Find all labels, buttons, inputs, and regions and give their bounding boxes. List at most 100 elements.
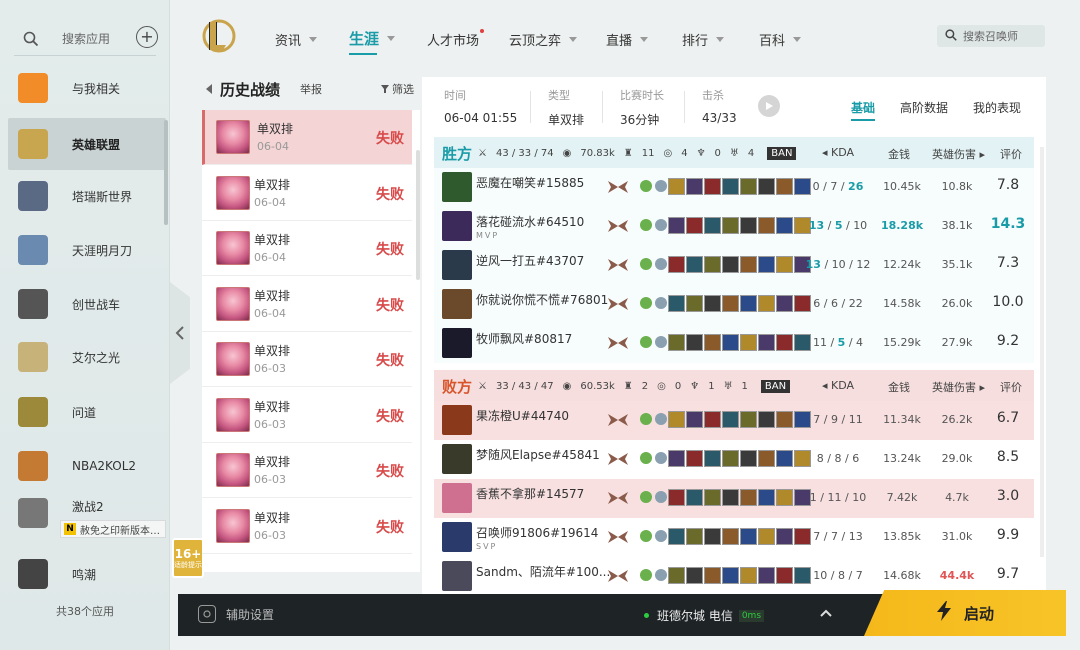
player-kda: 6 / 6 / 22	[813, 297, 863, 310]
player-name[interactable]: 落花碰流水#64510	[476, 213, 584, 230]
sidebar-item-2[interactable]: 塔瑞斯世界	[8, 170, 166, 222]
player-row[interactable]: 逆风一打五#43707 13 / 10 / 12 12.24k 35.1k 7.3	[434, 246, 1034, 285]
player-row[interactable]: 果冻橙U#44740 7 / 9 / 11 11.34k 26.2k 6.7	[434, 401, 1034, 440]
item-icon	[740, 295, 757, 312]
app-count: 共38个应用	[56, 605, 114, 618]
match-history-item[interactable]: 单双排 06-03 失败	[202, 499, 412, 554]
tower-icon: ♜	[623, 380, 633, 392]
rank-wings-icon	[608, 259, 628, 271]
player-row[interactable]: 落花碰流水#64510 MVP 13 / 5 / 10 18.28k 38.1k 14.3	[434, 207, 1034, 246]
col-score: 评价	[1000, 148, 1022, 161]
settings-icon	[198, 605, 216, 623]
player-name[interactable]: 你就说你慌不慌#76801	[476, 291, 608, 308]
nav-label: 百科	[759, 34, 786, 49]
update-notice[interactable]: N 赦免之印新版本…	[60, 520, 166, 538]
nav-item-0[interactable]: 资讯	[275, 30, 318, 49]
player-name[interactable]: 恶魔在嘲笑#15885	[476, 174, 584, 191]
match-history-item[interactable]: 单双排 06-04 失败	[202, 277, 412, 332]
match-kills-label: 击杀	[702, 89, 724, 102]
tab-basic[interactable]: 基础	[851, 99, 876, 121]
replay-icon[interactable]	[758, 95, 780, 117]
match-history-item[interactable]: 单双排 06-04 失败	[202, 221, 412, 276]
match-history-item[interactable]: 单双排 06-03 失败	[202, 388, 412, 443]
player-name[interactable]: 牧师飘风#80817	[476, 330, 572, 347]
player-name[interactable]: 逆风一打五#43707	[476, 252, 584, 269]
rank-wings-icon	[608, 220, 628, 232]
player-row[interactable]: 恶魔在嘲笑#15885 0 / 7 / 26 10.45k 10.8k 7.8	[434, 168, 1034, 207]
match-history-item[interactable]: 单双排 06-04 失败	[202, 166, 412, 221]
player-gold: 14.58k	[883, 297, 921, 310]
spell-icon	[640, 219, 652, 231]
lol-logo-icon[interactable]	[202, 16, 236, 56]
player-name[interactable]: Sandm、陌流年#100...	[476, 563, 610, 580]
player-name[interactable]: 香蕉不拿那#14577	[476, 485, 584, 502]
sidebar-item-0[interactable]: 与我相关	[8, 62, 166, 114]
match-history-item[interactable]: 单双排 06-04 失败	[202, 110, 412, 165]
server-selector[interactable]: 班德尔城 电信 0ms	[644, 607, 765, 624]
report-button[interactable]: 举报	[300, 81, 322, 97]
champion-avatar	[442, 522, 472, 552]
champion-avatar	[216, 508, 250, 543]
sidebar-item-4[interactable]: 创世战车	[8, 278, 166, 330]
team-stats: ⚔ 33 / 43 / 47 ◉ 60.53k ♜ 2 ◎ 0 ♆ 1 ♅ 1 BAN	[478, 379, 791, 393]
chevron-down-icon	[309, 37, 318, 42]
player-row[interactable]: 梦随风Elapse#45841 8 / 8 / 6 13.24k 29.0k 8.5	[434, 440, 1034, 479]
sidebar-item-9[interactable]: 鸣潮	[8, 548, 166, 600]
col-kda: ◂ KDA	[822, 146, 855, 159]
nav-item-5[interactable]: 排行	[682, 30, 725, 49]
item-icon	[686, 528, 703, 545]
sidebar-item-1[interactable]: 英雄联盟	[8, 118, 166, 170]
match-date: 06-04	[254, 306, 286, 320]
player-row[interactable]: 牧师飘风#80817 11 / 5 / 4 15.29k 27.9k 9.2	[434, 324, 1034, 363]
orange-logo-icon	[18, 73, 48, 103]
ban-badge[interactable]: BAN	[760, 379, 791, 393]
player-name[interactable]: 梦随风Elapse#45841	[476, 446, 600, 463]
player-row[interactable]: 召唤师91806#19614 SVP 7 / 7 / 13 13.85k 31.0k 9.…	[434, 518, 1034, 557]
nav-item-4[interactable]: 直播	[606, 30, 649, 49]
player-kda: 11 / 5 / 4	[812, 336, 864, 349]
player-damage: 10.8k	[941, 180, 973, 193]
match-result: 失败	[376, 297, 404, 314]
launch-button[interactable]: 启动	[864, 590, 1066, 636]
match-history-item[interactable]: 单双排 06-03 失败	[202, 443, 412, 498]
sidebar-item-5[interactable]: 艾尔之光	[8, 331, 166, 383]
player-damage: 35.1k	[941, 258, 973, 271]
player-row[interactable]: 香蕉不拿那#14577 1 / 11 / 10 7.42k 4.7k 3.0	[434, 479, 1034, 518]
nav-item-1[interactable]: 生涯	[349, 28, 396, 55]
match-mode: 单双排	[254, 399, 291, 414]
tab-my-performance[interactable]: 我的表现	[973, 99, 1021, 116]
player-name[interactable]: 果冻橙U#44740	[476, 407, 569, 424]
nav-item-3[interactable]: 云顶之弈	[509, 30, 578, 49]
baron-icon: ♆	[690, 380, 700, 392]
sidebar-item-label: 英雄联盟	[72, 137, 121, 152]
nav-item-2[interactable]: 人才市场	[427, 29, 485, 49]
item-icon	[758, 411, 775, 428]
match-list-scrollbar[interactable]	[416, 150, 420, 280]
player-damage: 4.7k	[945, 491, 969, 504]
sidebar-item-3[interactable]: 天涯明月刀	[8, 224, 166, 276]
summoner-spells	[640, 297, 667, 309]
chevron-up-icon[interactable]	[820, 607, 832, 619]
kills: 7	[813, 413, 821, 426]
sidebar-item-6[interactable]: 问道	[8, 386, 166, 438]
item-slots	[668, 295, 811, 312]
nav-item-6[interactable]: 百科	[759, 30, 802, 49]
add-app-button[interactable]: +	[136, 26, 158, 48]
match-history-item[interactable]: 单双排 06-03 失败	[202, 332, 412, 387]
sidebar-item-7[interactable]: NBA2KOL2	[8, 440, 166, 492]
summoner-search-input[interactable]: 搜索召唤师	[937, 25, 1045, 47]
app-search[interactable]: 搜索应用 +	[14, 22, 158, 56]
player-row[interactable]: 你就说你慌不慌#76801 6 / 6 / 22 14.58k 26.0k 10.0	[434, 285, 1034, 324]
ban-badge[interactable]: BAN	[767, 146, 797, 160]
item-icon	[704, 567, 721, 584]
player-kda: 13 / 5 / 10	[808, 219, 868, 232]
player-damage: 26.2k	[941, 413, 973, 426]
collapse-sidebar-button[interactable]	[170, 282, 190, 384]
player-name[interactable]: 召唤师91806#19614	[476, 524, 598, 541]
tab-advanced[interactable]: 高阶数据	[900, 99, 948, 116]
assist-settings-button[interactable]: 辅助设置	[198, 605, 274, 623]
item-icon	[758, 178, 775, 195]
detail-scrollbar[interactable]	[1040, 147, 1044, 557]
filter-button[interactable]: 筛选	[380, 81, 414, 97]
sidebar-scrollbar[interactable]	[164, 120, 168, 225]
